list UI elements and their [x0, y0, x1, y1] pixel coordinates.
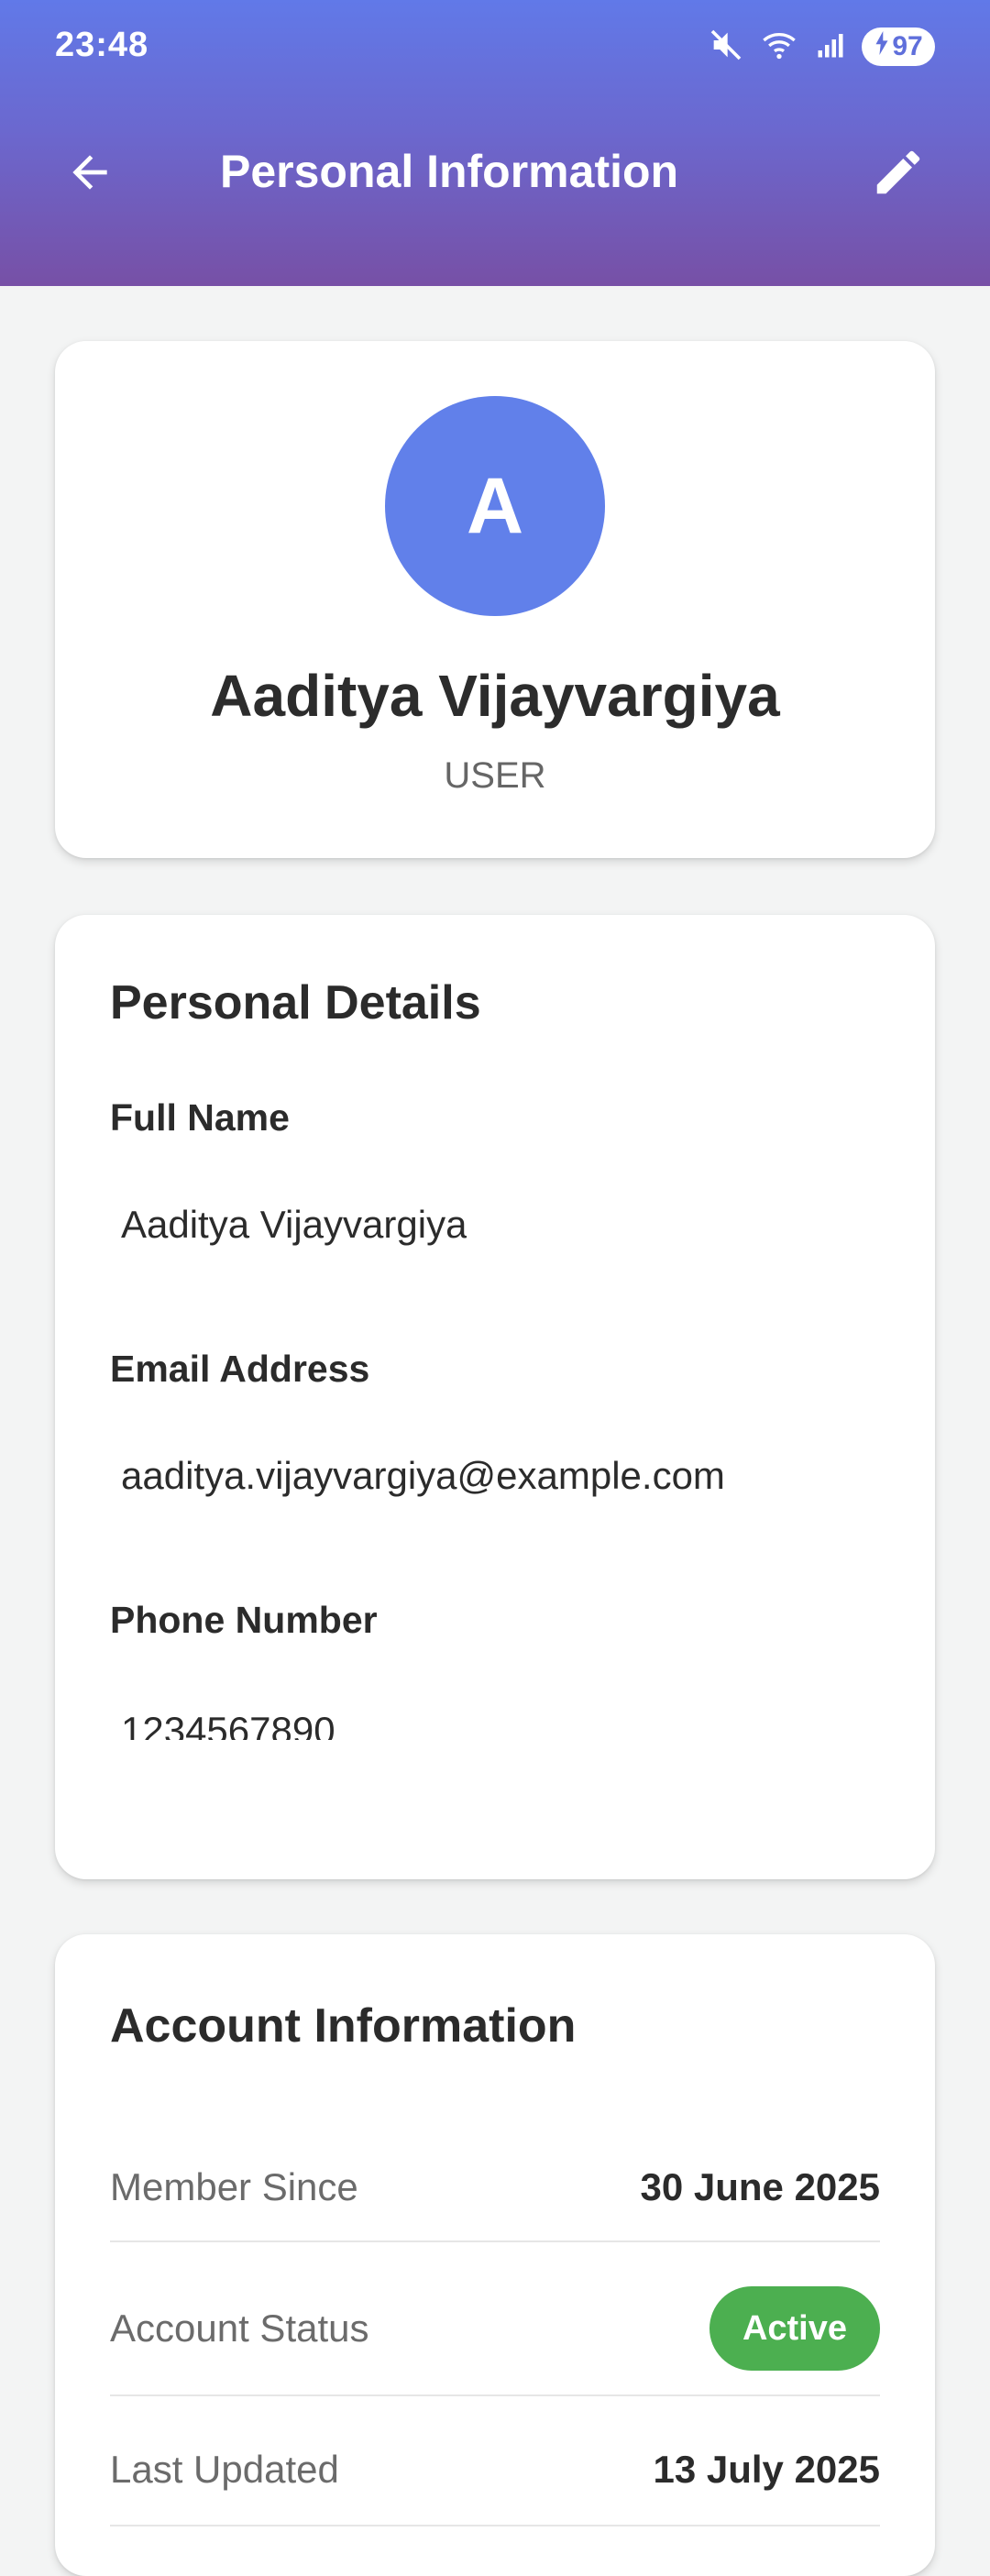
signal-icon — [814, 27, 847, 68]
status-bar: 23:48 97 — [0, 0, 990, 92]
mute-icon — [708, 27, 744, 68]
last-updated-value: 13 July 2025 — [653, 2448, 880, 2491]
section-title-personal-details: Personal Details — [110, 976, 481, 1029]
full-name-label: Full Name — [110, 1096, 290, 1139]
arrow-back-icon — [64, 147, 116, 203]
member-since-label: Member Since — [110, 2165, 358, 2208]
edit-button[interactable] — [862, 138, 935, 211]
battery-indicator: 97 — [862, 28, 935, 66]
member-since-row: Member Since 30 June 2025 — [110, 2138, 880, 2229]
account-information-card: Account Information Member Since 30 June… — [55, 1934, 935, 2576]
battery-level: 97 — [892, 31, 923, 61]
member-since-value: 30 June 2025 — [640, 2165, 880, 2208]
personal-details-card: Personal Details Full Name Aaditya Vijay… — [55, 915, 935, 1879]
app-bar: Personal Information — [0, 119, 990, 229]
phone-field[interactable]: 1234567890 — [121, 1707, 336, 1740]
pencil-icon — [870, 144, 927, 205]
full-name-field[interactable]: Aaditya Vijayvargiya — [121, 1203, 467, 1247]
last-updated-row: Last Updated 13 July 2025 — [110, 2420, 880, 2512]
wifi-icon — [759, 27, 799, 68]
phone-label: Phone Number — [110, 1599, 378, 1641]
profile-role: USER — [444, 755, 546, 796]
battery-charging-icon — [874, 31, 890, 62]
section-title-account-information: Account Information — [110, 1999, 577, 2053]
status-icons: 97 — [708, 26, 935, 68]
back-button[interactable] — [64, 141, 147, 207]
profile-card: A Aaditya Vijayvargiya USER — [55, 341, 935, 858]
account-status-label: Account Status — [110, 2306, 369, 2350]
email-field[interactable]: aaditya.vijayvargiya@example.com — [121, 1454, 725, 1498]
divider — [110, 2394, 880, 2396]
avatar-initial: A — [466, 461, 524, 550]
status-badge: Active — [709, 2286, 880, 2371]
status-time: 23:48 — [55, 26, 149, 64]
divider — [110, 2240, 880, 2242]
header: 23:48 97 Personal Information — [0, 0, 990, 286]
avatar: A — [385, 396, 605, 616]
divider — [110, 2525, 880, 2526]
profile-name: Aaditya Vijayvargiya — [210, 663, 780, 729]
account-status-row: Account Status Active — [110, 2279, 880, 2371]
email-label: Email Address — [110, 1348, 370, 1390]
last-updated-label: Last Updated — [110, 2448, 339, 2491]
page-title: Personal Information — [220, 146, 679, 197]
